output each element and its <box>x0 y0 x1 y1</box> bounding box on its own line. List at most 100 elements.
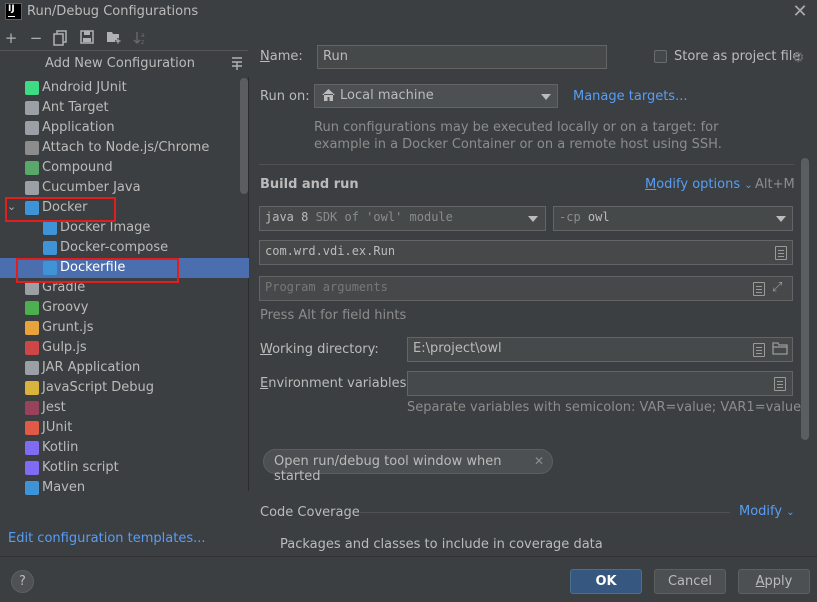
ok-button[interactable]: OK <box>570 569 642 594</box>
add-icon[interactable]: + <box>3 30 19 46</box>
groovy-icon <box>25 301 39 315</box>
svg-text:z: z <box>141 39 144 46</box>
kotlin-icon <box>25 441 39 455</box>
manage-targets-link[interactable]: Manage targets... <box>573 89 687 104</box>
store-as-project-file-checkbox[interactable] <box>654 50 667 63</box>
tree-item-ant-target[interactable]: Ant Target <box>0 98 249 118</box>
tree-item-attach-to-node-js-chrome[interactable]: Attach to Node.js/Chrome <box>0 138 249 158</box>
sort-icon[interactable]: az <box>133 30 149 46</box>
ant-icon <box>25 101 39 115</box>
tree-item-gulp-js[interactable]: Gulp.js <box>0 338 249 358</box>
run-on-label: Run on: <box>260 89 310 104</box>
tree-item-docker-compose[interactable]: Docker-compose <box>0 238 249 258</box>
expand-icon[interactable]: ⤢ <box>772 280 782 295</box>
main-class-value: com.wrd.vdi.ex.Run <box>265 244 396 258</box>
tree-item-application[interactable]: Application <box>0 118 249 138</box>
tree-item-javascript-debug[interactable]: JavaScript Debug <box>0 378 249 398</box>
tree-item-label: Grunt.js <box>42 320 94 335</box>
apply-button[interactable]: Apply <box>738 569 810 594</box>
run-on-dropdown[interactable]: Local machine <box>314 84 558 108</box>
tree-item-jar-application[interactable]: JAR Application <box>0 358 249 378</box>
tree-item-label: Application <box>42 120 115 135</box>
apply-button-text: pply <box>764 574 793 589</box>
open-tool-window-chip[interactable]: Open run/debug tool window when started … <box>263 449 553 484</box>
annotation-box-docker <box>5 197 116 222</box>
main-class-field[interactable]: com.wrd.vdi.ex.Run <box>259 240 793 265</box>
run-on-value: Local machine <box>340 88 434 103</box>
folder-add-icon[interactable] <box>106 30 122 46</box>
environment-variables-hint: Separate variables with semicolon: VAR=v… <box>407 400 810 415</box>
remove-icon[interactable]: − <box>28 30 44 46</box>
close-icon[interactable]: ✕ <box>790 1 810 22</box>
chevron-down-icon <box>528 216 538 222</box>
modify-options-link[interactable]: Modify options ⌄ <box>645 177 753 192</box>
section-divider <box>259 164 794 165</box>
working-directory-field[interactable]: E:\project\owl <box>407 337 793 362</box>
tree-item-groovy[interactable]: Groovy <box>0 298 249 318</box>
jdk-description: SDK of 'owl' module <box>315 210 453 224</box>
macro-list-icon[interactable] <box>753 343 765 357</box>
coverage-divider <box>360 512 730 513</box>
alt-field-hints: Press Alt for field hints <box>260 308 407 323</box>
edit-configuration-templates-link[interactable]: Edit configuration templates... <box>8 531 206 546</box>
classpath-flag: -cp <box>559 210 581 224</box>
cucumber-icon <box>25 181 39 195</box>
app-icon-text: IJ <box>8 4 15 14</box>
browse-list-icon[interactable] <box>775 246 787 260</box>
tree-scrollbar[interactable] <box>240 78 248 194</box>
tree-item-label: Attach to Node.js/Chrome <box>42 140 210 155</box>
nodejs-icon <box>25 141 39 155</box>
tree-item-grunt-js[interactable]: Grunt.js <box>0 318 249 338</box>
docker-icon <box>43 241 57 255</box>
tree-item-junit[interactable]: JUnit <box>0 418 249 438</box>
remove-chip-icon[interactable]: ✕ <box>534 454 544 468</box>
tree-item-kotlin-script[interactable]: Kotlin script <box>0 458 249 478</box>
tree-item-cucumber-java[interactable]: Cucumber Java <box>0 178 249 198</box>
working-directory-value: E:\project\owl <box>413 341 502 356</box>
tree-item-kotlin[interactable]: Kotlin <box>0 438 249 458</box>
tree-item-label: Android JUnit <box>42 80 127 95</box>
tree-item-label: JUnit <box>42 420 73 435</box>
cancel-button[interactable]: Cancel <box>654 569 726 594</box>
coverage-packages-label: Packages and classes to include in cover… <box>280 537 603 552</box>
code-coverage-heading: Code Coverage <box>260 505 360 520</box>
name-label: Name: <box>260 49 303 64</box>
add-new-configuration-label: Add New Configuration <box>45 56 195 71</box>
grunt-icon <box>25 321 39 335</box>
tree-item-label: Groovy <box>42 300 89 315</box>
copy-icon[interactable] <box>53 30 69 46</box>
application-icon <box>25 121 39 135</box>
jdk-selector[interactable]: java 8 SDK of 'owl' module <box>259 206 546 231</box>
tree-item-label: Gulp.js <box>42 340 87 355</box>
environment-variables-field[interactable] <box>407 371 793 396</box>
form-scrollbar[interactable] <box>801 158 809 440</box>
name-field[interactable]: Run <box>317 45 607 69</box>
folder-icon[interactable] <box>772 342 788 359</box>
coverage-modify-link[interactable]: Modify ⌄ <box>739 504 795 519</box>
tree-item-label: Maven <box>42 480 86 495</box>
gear-icon[interactable]: ⚙ <box>792 50 805 66</box>
android-icon <box>25 81 39 95</box>
gulp-icon <box>25 341 39 355</box>
classpath-module: owl <box>587 210 610 224</box>
tree-item-jest[interactable]: Jest <box>0 398 249 418</box>
edit-list-icon[interactable] <box>753 282 765 296</box>
save-icon[interactable] <box>80 30 96 46</box>
working-directory-label: Working directory: <box>260 342 379 357</box>
pin-icon[interactable] <box>231 56 243 70</box>
help-button[interactable]: ? <box>11 570 34 593</box>
edit-env-icon[interactable] <box>774 377 786 391</box>
maven-icon <box>25 481 39 495</box>
name-field-value: Run <box>323 49 348 64</box>
classpath-selector[interactable]: -cp owl <box>553 206 793 231</box>
footer-divider <box>0 556 817 557</box>
js-debug-icon <box>25 381 39 395</box>
program-arguments-placeholder: Program arguments <box>265 280 388 294</box>
jar-icon <box>25 361 39 375</box>
tree-item-maven[interactable]: Maven <box>0 478 249 498</box>
build-and-run-heading: Build and run <box>260 177 359 192</box>
tree-item-android-junit[interactable]: Android JUnit <box>0 78 249 98</box>
program-arguments-field[interactable]: Program arguments ⤢ <box>259 276 793 301</box>
modify-options-shortcut: Alt+M <box>755 177 795 192</box>
tree-item-compound[interactable]: Compound <box>0 158 249 178</box>
